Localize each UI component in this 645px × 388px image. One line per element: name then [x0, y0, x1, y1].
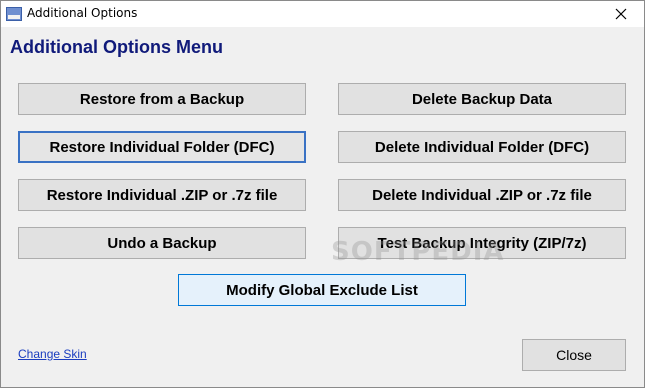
close-window-button[interactable] [598, 1, 644, 27]
delete-folder-dfc-button[interactable]: Delete Individual Folder (DFC) [338, 131, 626, 163]
delete-zip-button[interactable]: Delete Individual .ZIP or .7z file [338, 179, 626, 211]
page-title: Additional Options Menu [10, 37, 223, 57]
app-icon [6, 7, 22, 21]
window-title: Additional Options [27, 6, 138, 20]
change-skin-link[interactable]: Change Skin [18, 347, 87, 361]
delete-backup-data-button[interactable]: Delete Backup Data [338, 83, 626, 115]
title-bar: Additional Options [1, 1, 644, 27]
additional-options-window: Additional Options Additional Options Me… [0, 0, 645, 388]
watermark: SOFTPEDIA [331, 237, 505, 267]
undo-backup-button[interactable]: Undo a Backup [18, 227, 306, 259]
modify-exclude-list-button[interactable]: Modify Global Exclude List [178, 274, 466, 306]
close-button[interactable]: Close [522, 339, 626, 371]
restore-zip-button[interactable]: Restore Individual .ZIP or .7z file [18, 179, 306, 211]
close-icon [615, 8, 627, 20]
restore-backup-button[interactable]: Restore from a Backup [18, 83, 306, 115]
restore-folder-dfc-button[interactable]: Restore Individual Folder (DFC) [18, 131, 306, 163]
